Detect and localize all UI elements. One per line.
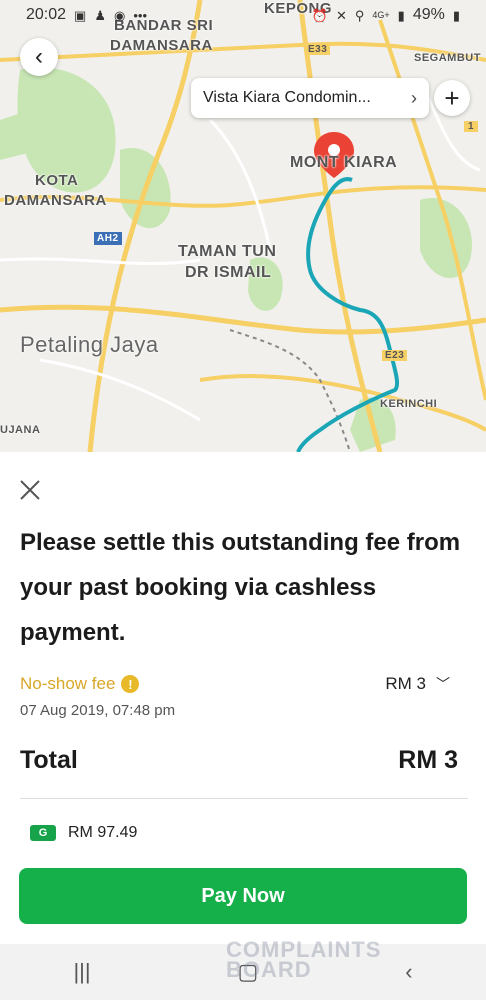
map-label-kerinchi: KERINCHI <box>380 398 438 410</box>
map-label-dr-ismail: DR ISMAIL <box>185 264 272 281</box>
fee-label: No-show fee <box>20 674 116 693</box>
fee-label-group: No-show fee ! <box>20 674 140 694</box>
fee-amount-group[interactable]: RM 3 ﹀ <box>385 674 450 694</box>
map-label-e33: E33 <box>305 44 331 55</box>
wallet-balance: RM 97.49 <box>68 824 138 841</box>
fee-date: 07 Aug 2019, 07:48 pm <box>20 702 176 719</box>
map-label-route-1: 1 <box>464 121 479 132</box>
fee-row[interactable]: No-show fee ! RM 3 ﹀ <box>20 674 450 694</box>
location-icon: ⚲ <box>354 7 365 23</box>
notification-icon: ♟ <box>94 7 106 23</box>
destination-label: Vista Kiara Condomin... <box>203 89 371 106</box>
watermark: COMPLAINTS BOARD <box>226 939 381 982</box>
back-nav-icon[interactable]: ‹ <box>405 959 412 985</box>
outstanding-fee-sheet: Please settle this outstanding fee from … <box>0 452 486 944</box>
chevron-down-icon: ﹀ <box>436 676 450 692</box>
wallet-payment-method[interactable]: G RM 97.49 <box>30 824 137 842</box>
sheet-headline: Please settle this outstanding fee from … <box>20 529 461 646</box>
battery-level: 49% <box>412 6 445 23</box>
status-bar: 20:02 ▣ ♟ ◉ ••• ⏰ ✕ ⚲ 4G+ ▮ 49% ▮ <box>0 0 486 30</box>
alarm-icon: ⏰ <box>311 7 328 23</box>
map-label-kota: KOTA <box>35 172 79 189</box>
total-row: Total RM 3 <box>20 746 458 775</box>
chevron-right-icon: › <box>411 87 417 108</box>
add-stop-button[interactable]: + <box>434 80 470 116</box>
warning-icon[interactable]: ! <box>121 675 140 693</box>
pay-now-button[interactable]: Pay Now <box>19 868 467 924</box>
network-type: 4G+ <box>372 10 390 20</box>
map-label-segambut: SEGAMBUT <box>414 52 481 64</box>
destination-pill[interactable]: Vista Kiara Condomin... › <box>191 78 429 118</box>
chrome-icon: ◉ <box>114 7 126 23</box>
map-label-e23: E23 <box>382 350 408 361</box>
grabpay-icon: G <box>30 825 56 841</box>
back-button[interactable]: ‹ <box>20 38 58 76</box>
chevron-left-icon: ‹ <box>35 43 43 70</box>
close-icon[interactable] <box>18 478 42 502</box>
map-canvas <box>0 0 486 452</box>
battery-icon: ▮ <box>452 7 460 23</box>
fee-amount: RM 3 <box>385 674 426 693</box>
map-label-mont-kiara: MONT KIARA <box>290 154 398 171</box>
map-label-ujana: UJANA <box>0 424 41 436</box>
recent-apps-icon[interactable]: ||| <box>73 959 90 985</box>
total-label: Total <box>20 746 78 774</box>
gallery-icon: ▣ <box>74 7 87 23</box>
map-label-kota-damansara: DAMANSARA <box>4 192 107 209</box>
map-label-ah2: AH2 <box>94 232 122 245</box>
signal-icon: ▮ <box>397 7 405 23</box>
map-label-petaling-jaya: Petaling Jaya <box>20 332 159 357</box>
watermark-line-2: BOARD <box>226 957 312 982</box>
map-view[interactable]: KEPONG BANDAR SRI DAMANSARA KOTA DAMANSA… <box>0 0 486 452</box>
plus-icon: + <box>444 82 460 113</box>
map-label-damansara: DAMANSARA <box>110 37 213 54</box>
status-time: 20:02 <box>26 6 67 23</box>
divider <box>20 798 468 799</box>
total-amount: RM 3 <box>398 746 458 774</box>
more-icon: ••• <box>133 7 147 23</box>
mute-icon: ✕ <box>335 7 347 23</box>
map-label-taman-tun: TAMAN TUN <box>178 243 277 260</box>
